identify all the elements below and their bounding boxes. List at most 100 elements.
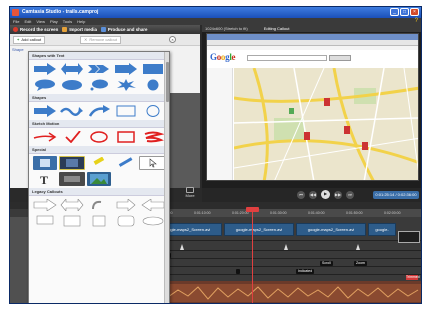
legacy-speech[interactable] (33, 214, 58, 228)
callout-thought-bubble[interactable] (87, 78, 112, 92)
callout-rectangle-text[interactable] (140, 62, 165, 76)
callout-cloud[interactable] (60, 78, 85, 92)
remove-callout-label: Remove callout (89, 37, 117, 42)
menu-play[interactable]: Play (50, 19, 58, 24)
callout-arrow-double[interactable] (60, 62, 85, 76)
sketch-scribble[interactable] (140, 130, 165, 144)
legacy-oval[interactable] (140, 214, 165, 228)
callout-circle-text[interactable] (140, 78, 165, 92)
prev-clip-button[interactable]: ⏮ (297, 191, 305, 199)
special-blur-pen[interactable] (113, 156, 137, 170)
scrollbar-thumb[interactable] (166, 62, 169, 102)
timeline-ruler[interactable]: 0:01:00:00 0:01:10:00 0:01:20:00 0:01:30… (152, 209, 421, 217)
google-search-box (247, 55, 327, 61)
plus-icon: + (17, 37, 20, 42)
sketch-motion-grid (29, 128, 169, 146)
shapes-grid (29, 102, 169, 120)
legacy-rounded[interactable] (113, 214, 138, 228)
rewind-button[interactable]: ◀◀ (309, 191, 317, 199)
special-hotspot[interactable] (139, 156, 165, 170)
add-callout-label: Add callout (21, 37, 42, 42)
menu-view[interactable]: View (36, 19, 45, 24)
timecode-display: 0:01:25:14 / 0:02:36:00 (373, 191, 419, 199)
more-tasks-button[interactable]: More (182, 187, 198, 199)
callout-arrow-chevron[interactable] (87, 62, 112, 76)
callout-burst[interactable] (113, 78, 138, 92)
ruler-tick-5: 0:01:40:00 (308, 211, 325, 215)
legacy-square[interactable] (87, 214, 112, 228)
gallery-scrollbar[interactable] (164, 52, 169, 303)
title-bar: Camtasia Studio - trails.camproj _ □ × (10, 7, 421, 18)
ruler-tick-6: 0:01:50:00 (346, 211, 363, 215)
callout-arrow-fat[interactable] (113, 62, 138, 76)
marker-route[interactable] (236, 269, 240, 274)
special-image[interactable] (87, 172, 111, 186)
remove-icon: ✕ (84, 37, 88, 42)
produce-icon (100, 27, 106, 32)
shape-wavy-arrow[interactable] (60, 104, 85, 118)
preview-size-dropdown[interactable]: 1024x600 (Stretch to fit) (205, 26, 248, 31)
menu-tools[interactable]: Tools (63, 19, 72, 24)
callout-marker-c[interactable] (356, 244, 360, 250)
record-screen-button[interactable]: Record the screen (13, 27, 58, 32)
special-text-only[interactable]: T (33, 172, 57, 186)
camtasia-app-icon (12, 9, 19, 16)
video-clip-3[interactable]: google-maps2_Screen.avi (296, 223, 366, 236)
shape-ellipse-outline[interactable] (140, 104, 165, 118)
import-icon (62, 27, 68, 32)
callout-speech-oval[interactable] (33, 78, 58, 92)
preview-canvas[interactable]: Google (206, 33, 419, 181)
main-toolbar: Record the screen Import media Produce a… (10, 25, 200, 34)
section-legacy: Legacy Callouts (29, 188, 169, 196)
close-button[interactable]: × (410, 8, 419, 16)
callout-marker-b[interactable] (284, 244, 288, 250)
marker-scroll[interactable]: Scroll (320, 261, 333, 266)
minimize-button[interactable]: _ (390, 8, 399, 16)
section-shapes-with-text: Shapes with Text (29, 52, 169, 60)
fast-forward-button[interactable]: ▶▶ (334, 191, 342, 199)
marker-indicated[interactable]: Indicated (296, 269, 315, 274)
shape-rectangle-outline[interactable] (113, 104, 138, 118)
callout-marker-a[interactable] (180, 244, 184, 250)
playhead-line[interactable] (252, 209, 253, 303)
sketch-rectangle[interactable] (113, 130, 138, 144)
sketch-circle[interactable] (87, 130, 112, 144)
callout-arrow-right[interactable] (33, 62, 58, 76)
next-clip-button[interactable]: ⏭ (346, 191, 354, 199)
sketch-checkmark[interactable] (60, 130, 85, 144)
menu-edit[interactable]: Edit (24, 19, 31, 24)
shape-curved-arrow[interactable] (87, 104, 112, 118)
menu-help[interactable]: Help (77, 19, 85, 24)
preview-header: 1024x600 (Stretch to fit) Editing Callou… (202, 25, 421, 32)
track-labels-column (10, 217, 28, 303)
browser-tabs (207, 46, 418, 50)
produce-share-button[interactable]: Produce and share (100, 27, 148, 32)
help-lightbulb-icon[interactable]: ? (415, 18, 418, 25)
legacy-curve-arrow[interactable] (87, 198, 112, 212)
legacy-block-arrow[interactable] (113, 198, 138, 212)
special-blur[interactable] (59, 172, 85, 186)
section-special: Special (29, 146, 169, 154)
import-media-button[interactable]: Import media (62, 27, 97, 32)
preview-window: 1024x600 (Stretch to fit) Editing Callou… (202, 25, 421, 188)
menu-bar: File Edit View Play Tools Help (10, 18, 421, 25)
maximize-button[interactable]: □ (400, 8, 409, 16)
legacy-arrow[interactable] (33, 198, 58, 212)
video-clip-4[interactable]: google-maps2_Screen.avi (368, 223, 396, 236)
shape-arrow[interactable] (33, 104, 58, 118)
special-spotlight[interactable] (33, 156, 57, 170)
legacy-double-arrow[interactable] (60, 198, 85, 212)
legacy-rectangle[interactable] (60, 214, 85, 228)
video-clip-2[interactable]: google-maps2_Screen.avi (224, 223, 294, 236)
remove-callout-button[interactable]: ✕ Remove callout (80, 36, 121, 44)
special-highlight[interactable] (59, 156, 85, 170)
legacy-left-arrow[interactable] (140, 198, 165, 212)
play-button[interactable]: ▶ (321, 190, 330, 199)
close-panel-icon[interactable]: × (169, 36, 176, 43)
produce-label: Produce and share (107, 27, 148, 32)
add-callout-button[interactable]: + Add callout (13, 36, 46, 44)
special-pen-highlight[interactable] (87, 156, 111, 170)
marker-zoom[interactable]: Zoom (354, 261, 367, 266)
menu-file[interactable]: File (13, 19, 19, 24)
sketch-arrow[interactable] (33, 130, 58, 144)
